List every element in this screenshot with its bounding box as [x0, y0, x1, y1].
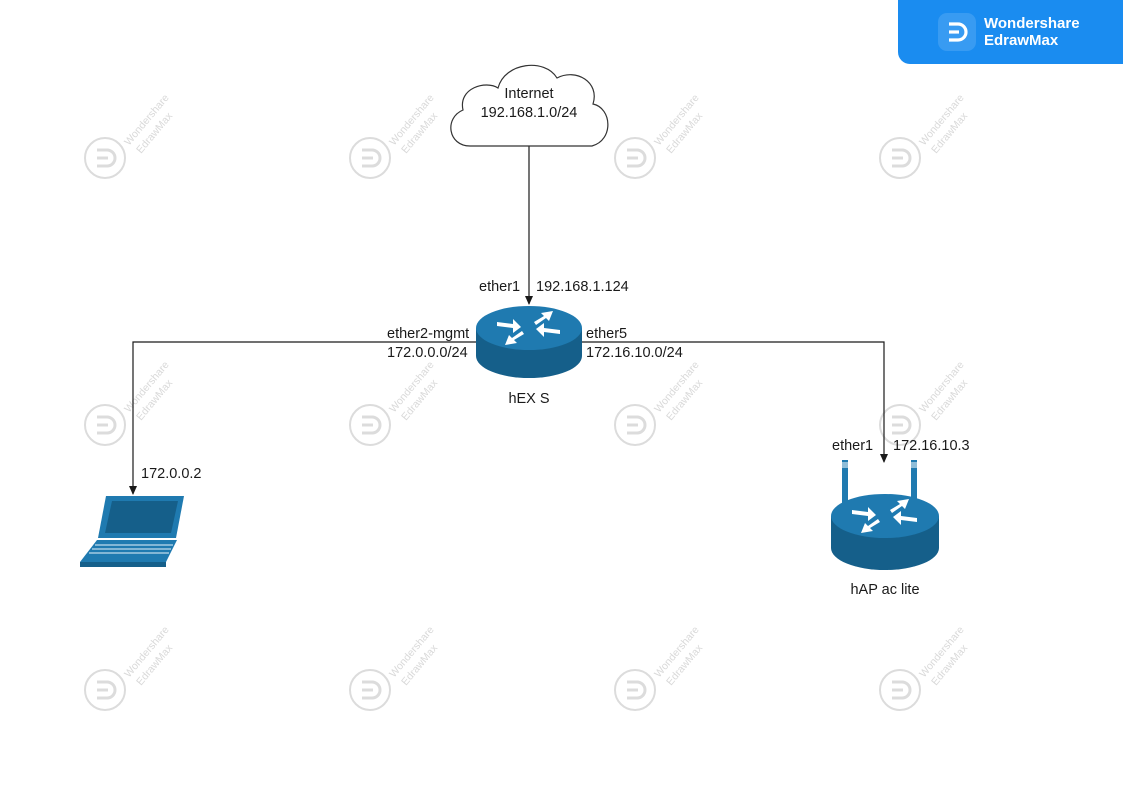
- lan-port-label: ether5: [586, 326, 627, 342]
- edrawmax-logo-icon: [938, 13, 976, 51]
- watermark: WondershareEdrawMax: [348, 92, 441, 180]
- watermark: WondershareEdrawMax: [613, 624, 706, 712]
- uplink-ip-label: 192.168.1.124: [536, 279, 629, 295]
- router-label: hEX S: [508, 391, 549, 407]
- watermark: WondershareEdrawMax: [83, 624, 176, 712]
- lan-subnet-label: 172.16.10.0/24: [586, 345, 683, 361]
- watermark-logo-icon: [83, 668, 127, 712]
- watermark: WondershareEdrawMax: [83, 92, 176, 180]
- uplink-port-label: ether1: [479, 279, 520, 295]
- watermark: WondershareEdrawMax: [878, 624, 971, 712]
- watermark-logo-icon: [348, 136, 392, 180]
- watermark: WondershareEdrawMax: [348, 624, 441, 712]
- watermark-logo-icon: [348, 668, 392, 712]
- watermark-logo-icon: [878, 136, 922, 180]
- watermark-logo-icon: [878, 668, 922, 712]
- internet-cloud: Internet 192.168.1.0/24: [450, 64, 609, 147]
- watermark-logo-icon: [613, 668, 657, 712]
- access-point-icon: [831, 460, 939, 570]
- watermark-logo-icon: [83, 403, 127, 447]
- laptop-icon: [80, 496, 184, 567]
- internet-subnet-label: 192.168.1.0/24: [481, 105, 578, 121]
- network-diagram: WondershareEdrawMax WondershareEdrawMax Wo…: [80, 64, 971, 712]
- watermark-logo-icon: [83, 136, 127, 180]
- watermark: WondershareEdrawMax: [83, 359, 176, 447]
- mgmt-port-label: ether2-mgmt: [387, 326, 469, 342]
- mgmt-subnet-label: 172.0.0.0/24: [387, 345, 468, 361]
- laptop-ip-label: 172.0.0.2: [141, 466, 201, 482]
- watermark: WondershareEdrawMax: [878, 359, 971, 447]
- watermark: WondershareEdrawMax: [878, 92, 971, 180]
- watermark-logo-icon: [613, 136, 657, 180]
- ap-ip-label: 172.16.10.3: [893, 438, 970, 454]
- watermark: WondershareEdrawMax: [348, 359, 441, 447]
- watermark: WondershareEdrawMax: [613, 359, 706, 447]
- watermark: WondershareEdrawMax: [613, 92, 706, 180]
- ap-port-label: ether1: [832, 438, 873, 454]
- access-point-label: hAP ac lite: [850, 582, 919, 598]
- brand-badge[interactable]: Wondershare EdrawMax: [898, 0, 1123, 64]
- router-icon: [476, 306, 582, 378]
- internet-label: Internet: [504, 86, 553, 102]
- watermark-logo-icon: [348, 403, 392, 447]
- watermark-logo-icon: [613, 403, 657, 447]
- brand-name: Wondershare EdrawMax: [984, 15, 1080, 49]
